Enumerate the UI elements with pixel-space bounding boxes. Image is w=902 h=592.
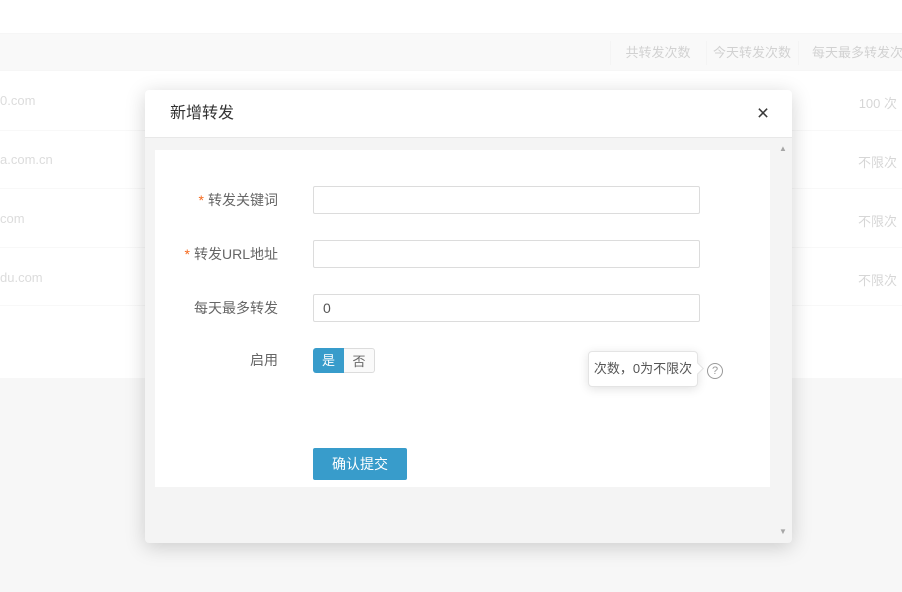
form-row-url: *转发URL地址	[155, 240, 770, 268]
enable-label-text: 启用	[250, 352, 278, 368]
daily-max-tooltip: 次数，0为不限次	[588, 351, 698, 387]
add-forward-modal: 新增转发 × *转发关键词 *转发URL地址 每天最多转发 次数，0为不限次 ?	[145, 90, 792, 543]
tooltip-text: 次数，0为不限次	[589, 352, 697, 386]
help-icon[interactable]: ?	[707, 363, 723, 379]
keyword-input[interactable]	[313, 186, 700, 214]
scroll-up-icon[interactable]: ▲	[775, 141, 791, 157]
required-mark: *	[199, 192, 204, 208]
url-label: *转发URL地址	[155, 240, 278, 268]
url-label-text: 转发URL地址	[194, 246, 278, 262]
modal-header: 新增转发 ×	[145, 90, 792, 138]
enable-yes-button[interactable]: 是	[313, 348, 344, 373]
url-input[interactable]	[313, 240, 700, 268]
daily-max-label: 每天最多转发	[155, 294, 278, 322]
daily-max-label-text: 每天最多转发	[194, 300, 278, 316]
scroll-down-icon[interactable]: ▼	[775, 524, 791, 540]
modal-form-panel: *转发关键词 *转发URL地址 每天最多转发 次数，0为不限次 ? 启用	[155, 150, 770, 487]
keyword-label: *转发关键词	[155, 186, 278, 214]
enable-no-button[interactable]: 否	[344, 348, 375, 373]
close-icon[interactable]: ×	[752, 103, 774, 125]
submit-button[interactable]: 确认提交	[313, 448, 407, 480]
enable-toggle: 是 否	[313, 348, 375, 373]
keyword-label-text: 转发关键词	[208, 192, 278, 208]
daily-max-input[interactable]	[313, 294, 700, 322]
required-mark: *	[185, 246, 190, 262]
modal-scrollbar[interactable]: ▲ ▼	[775, 139, 791, 542]
form-row-keyword: *转发关键词	[155, 186, 770, 214]
form-row-daily-max: 每天最多转发	[155, 294, 770, 322]
modal-title: 新增转发	[170, 90, 234, 138]
enable-label: 启用	[155, 348, 278, 373]
